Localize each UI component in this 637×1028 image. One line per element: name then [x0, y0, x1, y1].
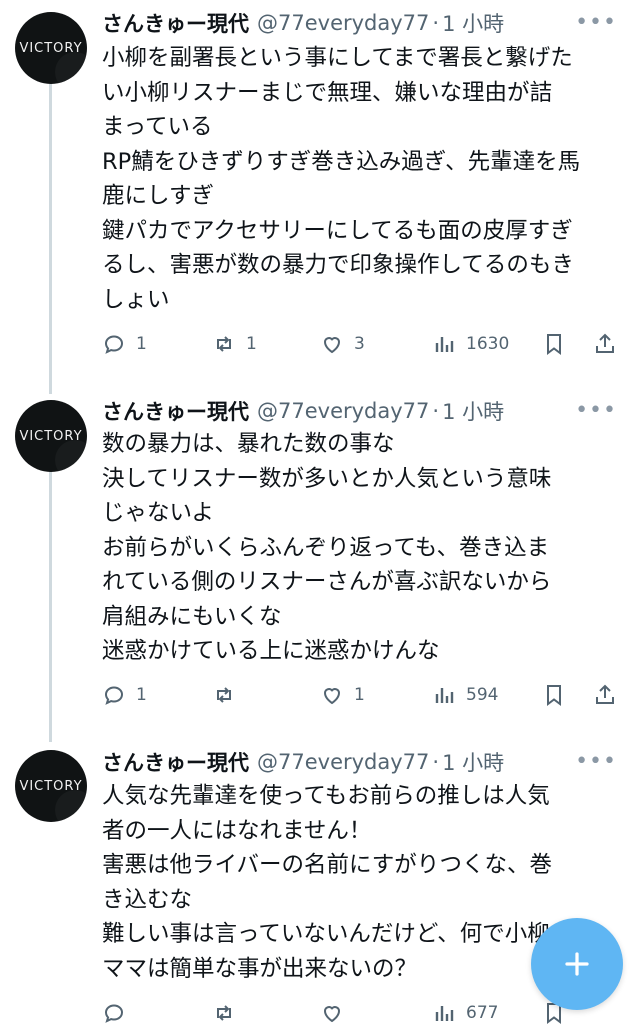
tweet-line: RP鯖をひきずりすぎ巻き込み過ぎ、先輩達を馬	[102, 148, 581, 175]
avatar[interactable]: VICTORY	[15, 12, 87, 84]
author-name[interactable]: さんきゅー現代	[102, 747, 249, 777]
tweet-line: 肩組みにもいくな	[102, 603, 282, 630]
bookmark-button[interactable]	[542, 329, 566, 359]
reply-count: 1	[136, 334, 147, 354]
avatar[interactable]: VICTORY	[15, 750, 87, 822]
tweet-line: 小柳を副署長という事にしてまで署長と繋げた	[102, 45, 573, 71]
retweet-icon	[217, 1005, 231, 1021]
retweet-count: 1	[246, 334, 257, 354]
heart-icon	[323, 337, 341, 354]
retweet-icon	[217, 687, 231, 703]
views-count: 677	[466, 1003, 499, 1023]
bookmark-icon	[547, 685, 561, 706]
avatar-text: VICTORY	[19, 778, 83, 794]
bookmark-icon	[547, 334, 561, 355]
tweet-line: 者の一人にはなれません！	[102, 817, 372, 844]
tweet-line: 鍵パカでアクセサリーにしてるも面の皮厚すぎ	[102, 217, 573, 244]
tweet-line: き込むな	[102, 886, 193, 913]
tweet-line: 数の暴力は、暴れた数の事な	[102, 431, 395, 457]
retweet-button[interactable]: 1	[212, 329, 257, 359]
heart-icon	[323, 1006, 341, 1023]
compose-button[interactable]	[531, 918, 623, 1010]
views-icon	[435, 337, 454, 352]
tweet-text: 数の暴力は、暴れた数の事な 決してリスナー数が多いとか人気という意味 じゃないよ…	[102, 427, 622, 669]
share-button[interactable]	[593, 680, 617, 710]
separator-dot: ·	[432, 399, 440, 423]
timestamp[interactable]: 1 小時	[442, 8, 504, 38]
tweet-line: るし、害悪が数の暴力で印象操作してるのもき	[102, 252, 574, 278]
tweet-actions: 1 1 3 1630	[102, 329, 622, 359]
tweet-line: しょい	[102, 286, 170, 313]
tweet-header: さんきゅー現代 @77everyday77 · 1 小時 •••	[102, 396, 617, 426]
retweet-icon	[217, 336, 231, 352]
author-handle[interactable]: @77everyday77	[257, 399, 429, 423]
heart-icon	[323, 688, 341, 705]
tweet-line: 迷惑かけている上に迷惑かけんな	[102, 638, 440, 664]
tweet[interactable]: VICTORY さんきゅー現代 @77everyday77 · 1 小時 •••…	[0, 0, 637, 390]
avatar-text: VICTORY	[19, 428, 83, 444]
views-button[interactable]: 594	[432, 680, 498, 710]
like-count: 3	[354, 334, 365, 354]
bookmark-button[interactable]	[542, 680, 566, 710]
retweet-button[interactable]	[212, 680, 246, 710]
separator-dot: ·	[432, 11, 440, 35]
more-icon[interactable]: •••	[575, 749, 617, 774]
tweet-actions: 1 1 594	[102, 680, 622, 710]
tweet-line: 決してリスナー数が多いとか人気という意味	[102, 465, 552, 492]
share-icon	[596, 333, 614, 353]
tweet[interactable]: VICTORY さんきゅー現代 @77everyday77 · 1 小時 •••…	[0, 390, 637, 735]
author-handle[interactable]: @77everyday77	[257, 11, 429, 35]
views-button[interactable]: 1630	[432, 329, 509, 359]
views-count: 594	[466, 685, 499, 705]
separator-dot: ·	[432, 750, 440, 774]
reply-icon	[104, 335, 124, 354]
views-count: 1630	[466, 334, 510, 354]
timestamp[interactable]: 1 小時	[442, 747, 504, 777]
avatar[interactable]: VICTORY	[15, 400, 87, 472]
views-icon	[435, 688, 454, 703]
reply-button[interactable]: 1	[102, 329, 147, 359]
like-count: 1	[354, 685, 365, 705]
like-button[interactable]: 3	[320, 329, 365, 359]
tweet-text: 小柳を副署長という事にしてまで署長と繋げた い小柳リスナーまじで無理、嫌いな理由…	[102, 41, 622, 317]
share-button[interactable]	[593, 329, 617, 359]
tweet-line: れている側のリスナーさんが喜ぶ訳ないから	[102, 569, 552, 595]
share-icon	[596, 684, 614, 704]
tweet-header: さんきゅー現代 @77everyday77 · 1 小時 •••	[102, 747, 617, 777]
tweet-line: い小柳リスナーまじで無理、嫌いな理由が詰	[102, 79, 553, 106]
reply-icon	[104, 1004, 124, 1023]
more-icon[interactable]: •••	[575, 10, 617, 35]
tweet-line: 人気な先輩達を使ってもお前らの推しは人気	[102, 783, 550, 809]
author-handle[interactable]: @77everyday77	[257, 750, 429, 774]
avatar-text: VICTORY	[19, 40, 83, 56]
author-name[interactable]: さんきゅー現代	[102, 8, 249, 38]
tweet-line: お前らがいくらふんぞり返っても、巻き込ま	[102, 534, 550, 561]
more-icon[interactable]: •••	[575, 398, 617, 423]
reply-count: 1	[136, 685, 147, 705]
tweet-line: 害悪は他ライバーの名前にすがりつくな、巻	[102, 852, 553, 878]
tweet-line: 鹿にしすぎ	[102, 183, 215, 209]
author-name[interactable]: さんきゅー現代	[102, 396, 249, 426]
tweet-header: さんきゅー現代 @77everyday77 · 1 小時 •••	[102, 8, 617, 38]
plus-icon	[565, 952, 589, 976]
tweet-line: まっている	[102, 114, 213, 140]
tweet-line: じゃないよ	[102, 500, 215, 526]
reply-button[interactable]: 1	[102, 680, 147, 710]
timestamp[interactable]: 1 小時	[442, 396, 504, 426]
like-button[interactable]: 1	[320, 680, 365, 710]
views-icon	[435, 1006, 454, 1021]
reply-icon	[104, 686, 124, 705]
